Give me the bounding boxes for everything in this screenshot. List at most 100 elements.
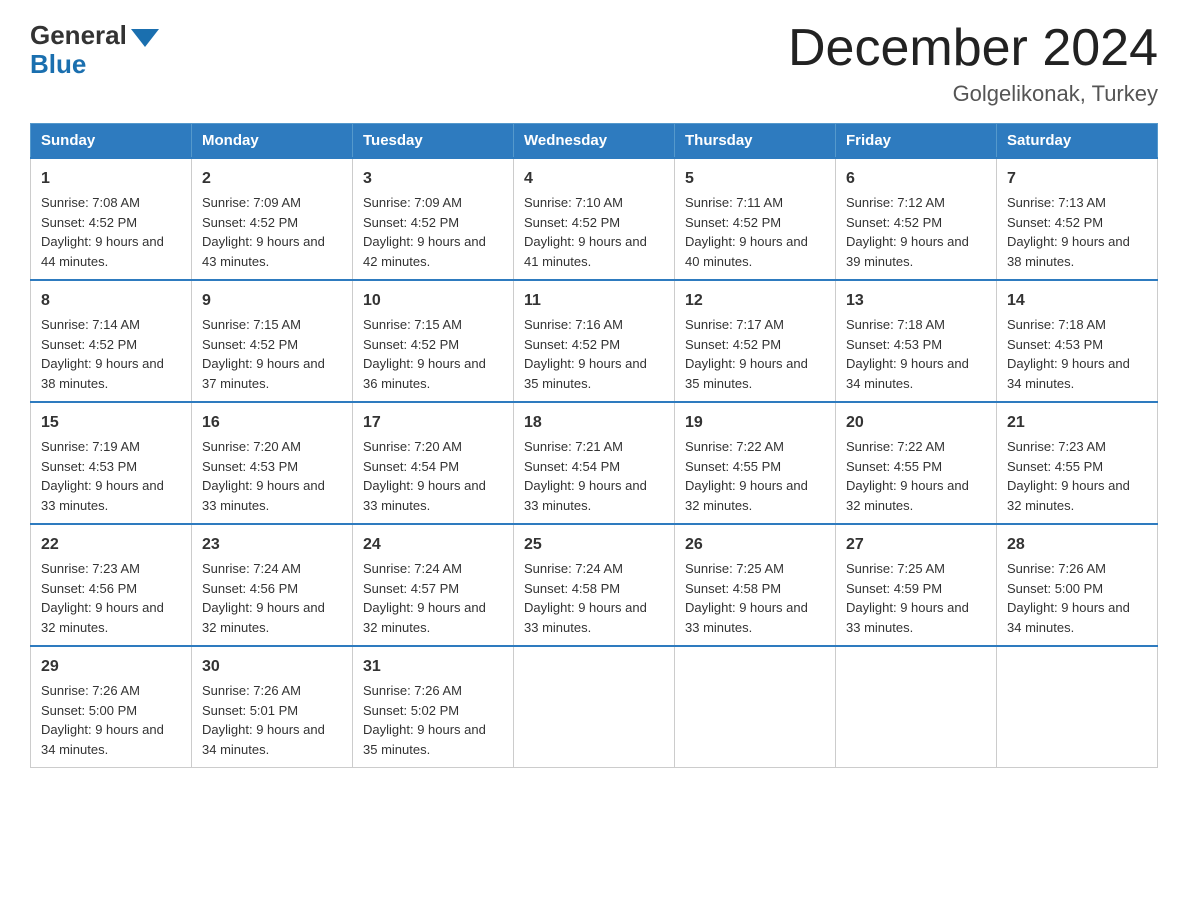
day-number: 9 <box>202 289 342 313</box>
sunrise-text: Sunrise: 7:19 AM <box>41 439 140 454</box>
sunset-text: Sunset: 4:52 PM <box>846 215 942 230</box>
day-number: 25 <box>524 533 664 557</box>
day-number: 14 <box>1007 289 1147 313</box>
table-row: 18Sunrise: 7:21 AMSunset: 4:54 PMDayligh… <box>514 402 675 524</box>
table-row: 8Sunrise: 7:14 AMSunset: 4:52 PMDaylight… <box>31 280 192 402</box>
daylight-text: Daylight: 9 hours and 44 minutes. <box>41 234 164 269</box>
sunset-text: Sunset: 5:02 PM <box>363 703 459 718</box>
day-number: 26 <box>685 533 825 557</box>
col-saturday: Saturday <box>997 124 1158 159</box>
sunrise-text: Sunrise: 7:24 AM <box>202 561 301 576</box>
sunrise-text: Sunrise: 7:17 AM <box>685 317 784 332</box>
day-number: 7 <box>1007 167 1147 191</box>
daylight-text: Daylight: 9 hours and 38 minutes. <box>41 356 164 391</box>
sunrise-text: Sunrise: 7:23 AM <box>41 561 140 576</box>
sunrise-text: Sunrise: 7:11 AM <box>685 195 783 210</box>
day-number: 30 <box>202 655 342 679</box>
col-monday: Monday <box>192 124 353 159</box>
table-row: 2Sunrise: 7:09 AMSunset: 4:52 PMDaylight… <box>192 158 353 280</box>
sunset-text: Sunset: 4:52 PM <box>685 215 781 230</box>
daylight-text: Daylight: 9 hours and 41 minutes. <box>524 234 647 269</box>
day-number: 10 <box>363 289 503 313</box>
sunset-text: Sunset: 5:01 PM <box>202 703 298 718</box>
sunset-text: Sunset: 4:55 PM <box>846 459 942 474</box>
day-number: 22 <box>41 533 181 557</box>
calendar-week-row: 8Sunrise: 7:14 AMSunset: 4:52 PMDaylight… <box>31 280 1158 402</box>
table-row: 21Sunrise: 7:23 AMSunset: 4:55 PMDayligh… <box>997 402 1158 524</box>
table-row: 27Sunrise: 7:25 AMSunset: 4:59 PMDayligh… <box>836 524 997 646</box>
table-row: 20 Sunrise: 7:22 AM Sunset: 4:55 PM Dayligh… <box>836 402 997 524</box>
sunset-text: Sunset: 4:59 PM <box>846 581 942 596</box>
daylight-text: Daylight: 9 hours and 43 minutes. <box>202 234 325 269</box>
daylight-text: Daylight: 9 hours and 40 minutes. <box>685 234 808 269</box>
day-number: 3 <box>363 167 503 191</box>
calendar-week-row: 15Sunrise: 7:19 AMSunset: 4:53 PMDayligh… <box>31 402 1158 524</box>
sunset-text: Sunset: 4:58 PM <box>685 581 781 596</box>
daylight-text: Daylight: 9 hours and 37 minutes. <box>202 356 325 391</box>
daylight-text: Daylight: 9 hours and 33 minutes. <box>846 600 969 635</box>
sunrise-text: Sunrise: 7:23 AM <box>1007 439 1106 454</box>
table-row: 4Sunrise: 7:10 AMSunset: 4:52 PMDaylight… <box>514 158 675 280</box>
day-number: 18 <box>524 411 664 435</box>
sunrise-text: Sunrise: 7:26 AM <box>41 683 140 698</box>
daylight-text: Daylight: 9 hours and 42 minutes. <box>363 234 486 269</box>
location-title: Golgelikonak, Turkey <box>788 81 1158 107</box>
table-row: 22Sunrise: 7:23 AMSunset: 4:56 PMDayligh… <box>31 524 192 646</box>
sunrise-text: Sunrise: 7:09 AM <box>202 195 301 210</box>
sunset-text: Sunset: 4:52 PM <box>524 215 620 230</box>
sunset-text: Sunset: 4:55 PM <box>1007 459 1103 474</box>
sunrise-text: Sunrise: 7:14 AM <box>41 317 140 332</box>
sunset-text: Sunset: 5:00 PM <box>1007 581 1103 596</box>
sunset-text: Sunset: 4:52 PM <box>202 215 298 230</box>
sunrise-text: Sunrise: 7:25 AM <box>846 561 945 576</box>
sunset-text: Sunset: 4:53 PM <box>41 459 137 474</box>
calendar-week-row: 1Sunrise: 7:08 AMSunset: 4:52 PMDaylight… <box>31 158 1158 280</box>
sunset-text: Sunset: 4:52 PM <box>524 337 620 352</box>
daylight-text: Daylight: 9 hours and 32 minutes. <box>1007 478 1130 513</box>
daylight-text: Daylight: 9 hours and 33 minutes. <box>202 478 325 513</box>
col-friday: Friday <box>836 124 997 159</box>
sunrise-text: Sunrise: 7:26 AM <box>363 683 462 698</box>
table-row: 1Sunrise: 7:08 AMSunset: 4:52 PMDaylight… <box>31 158 192 280</box>
month-title: December 2024 <box>788 20 1158 77</box>
sunrise-text: Sunrise: 7:25 AM <box>685 561 784 576</box>
sunrise-text: Sunrise: 7:18 AM <box>1007 317 1106 332</box>
daylight-text: Daylight: 9 hours and 34 minutes. <box>1007 356 1130 391</box>
day-number: 5 <box>685 167 825 191</box>
table-row: 9Sunrise: 7:15 AMSunset: 4:52 PMDaylight… <box>192 280 353 402</box>
col-sunday: Sunday <box>31 124 192 159</box>
table-row: 7Sunrise: 7:13 AMSunset: 4:52 PMDaylight… <box>997 158 1158 280</box>
day-number: 20 <box>846 411 986 435</box>
day-number: 4 <box>524 167 664 191</box>
col-thursday: Thursday <box>675 124 836 159</box>
sunrise-text: Sunrise: 7:13 AM <box>1007 195 1106 210</box>
daylight-text: Daylight: 9 hours and 33 minutes. <box>685 600 808 635</box>
sunrise-text: Sunrise: 7:22 AM <box>685 439 784 454</box>
daylight-text: Daylight: 9 hours and 33 minutes. <box>41 478 164 513</box>
daylight-text: Daylight: 9 hours and 32 minutes. <box>846 478 969 513</box>
sunrise-text: Sunrise: 7:26 AM <box>1007 561 1106 576</box>
table-row: 17Sunrise: 7:20 AMSunset: 4:54 PMDayligh… <box>353 402 514 524</box>
day-number: 11 <box>524 289 664 313</box>
table-row: 30Sunrise: 7:26 AMSunset: 5:01 PMDayligh… <box>192 646 353 768</box>
table-row: 28Sunrise: 7:26 AMSunset: 5:00 PMDayligh… <box>997 524 1158 646</box>
table-row: 13Sunrise: 7:18 AMSunset: 4:53 PMDayligh… <box>836 280 997 402</box>
daylight-text: Daylight: 9 hours and 33 minutes. <box>524 478 647 513</box>
daylight-text: Daylight: 9 hours and 39 minutes. <box>846 234 969 269</box>
sunset-text: Sunset: 4:52 PM <box>363 215 459 230</box>
day-number: 16 <box>202 411 342 435</box>
sunrise-text: Sunrise: 7:22 AM <box>846 439 945 454</box>
table-row: 3Sunrise: 7:09 AMSunset: 4:52 PMDaylight… <box>353 158 514 280</box>
table-row: 19Sunrise: 7:22 AMSunset: 4:55 PMDayligh… <box>675 402 836 524</box>
day-number: 24 <box>363 533 503 557</box>
daylight-text: Daylight: 9 hours and 32 minutes. <box>363 600 486 635</box>
table-row: 14Sunrise: 7:18 AMSunset: 4:53 PMDayligh… <box>997 280 1158 402</box>
col-tuesday: Tuesday <box>353 124 514 159</box>
sunrise-text: Sunrise: 7:18 AM <box>846 317 945 332</box>
sunset-text: Sunset: 5:00 PM <box>41 703 137 718</box>
table-row: 5 Sunrise: 7:11 AM Sunset: 4:52 PM Daylight… <box>675 158 836 280</box>
table-row: 11Sunrise: 7:16 AMSunset: 4:52 PMDayligh… <box>514 280 675 402</box>
sunset-text: Sunset: 4:52 PM <box>41 337 137 352</box>
table-row <box>836 646 997 768</box>
daylight-text: Daylight: 9 hours and 36 minutes. <box>363 356 486 391</box>
